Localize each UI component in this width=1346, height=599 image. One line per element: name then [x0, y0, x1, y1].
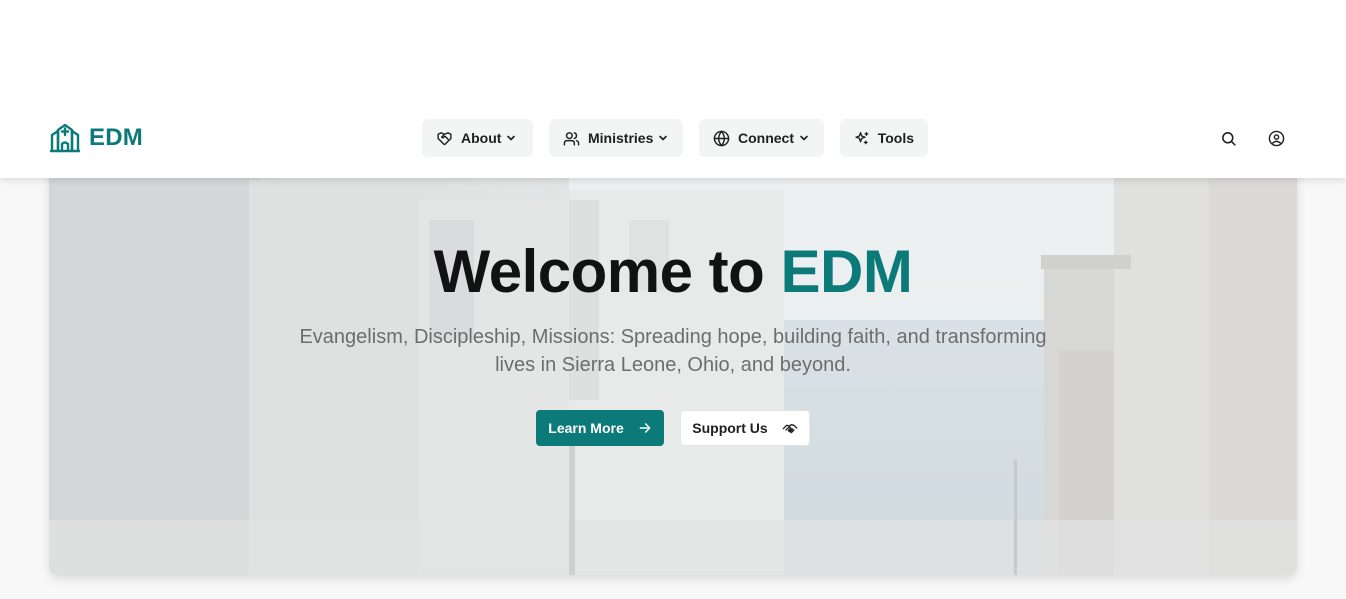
- brand-name: EDM: [89, 124, 143, 151]
- nav-label-ministries: Ministries: [588, 130, 654, 146]
- hero-title-prefix: Welcome to: [433, 238, 781, 305]
- brand-logo[interactable]: EDM: [49, 122, 143, 154]
- globe-icon: [713, 130, 730, 146]
- hero-banner: Welcome to EDM Evangelism, Discipleship,…: [49, 160, 1297, 575]
- sparkles-icon: [855, 131, 869, 144]
- nav-item-connect[interactable]: Connect: [699, 119, 824, 157]
- search-icon: [1221, 131, 1236, 146]
- nav-label-about: About: [461, 130, 502, 146]
- handshake-icon: [782, 424, 798, 434]
- support-us-label: Support Us: [692, 420, 768, 436]
- top-spacer: [0, 0, 1346, 98]
- hero-subtitle: Evangelism, Discipleship, Missions: Spre…: [299, 326, 1047, 376]
- hero-title-accent: EDM: [780, 238, 913, 305]
- nav-item-ministries[interactable]: Ministries: [549, 119, 683, 157]
- learn-more-button[interactable]: Learn More: [536, 410, 664, 446]
- nav-item-about[interactable]: About: [422, 119, 533, 157]
- learn-more-label: Learn More: [548, 420, 624, 436]
- chevron-down-icon: [507, 135, 516, 141]
- nav-label-connect: Connect: [738, 130, 794, 146]
- chevron-down-icon: [800, 135, 808, 141]
- navbar: EDM About Ministries Connect Tools: [0, 98, 1346, 178]
- hero-title: Welcome to EDM: [49, 238, 1297, 306]
- support-us-button[interactable]: Support Us: [680, 410, 810, 446]
- nav-item-tools[interactable]: Tools: [840, 119, 928, 157]
- handshake-heart-icon: [437, 131, 452, 145]
- arrow-right-icon: [639, 423, 651, 433]
- chevron-down-icon: [659, 135, 668, 141]
- user-circle-icon: [1268, 130, 1284, 146]
- account-button[interactable]: [1265, 127, 1287, 149]
- search-button[interactable]: [1217, 127, 1239, 149]
- church-icon: [49, 123, 81, 153]
- users-icon: [563, 131, 580, 146]
- nav-label-tools: Tools: [877, 130, 914, 146]
